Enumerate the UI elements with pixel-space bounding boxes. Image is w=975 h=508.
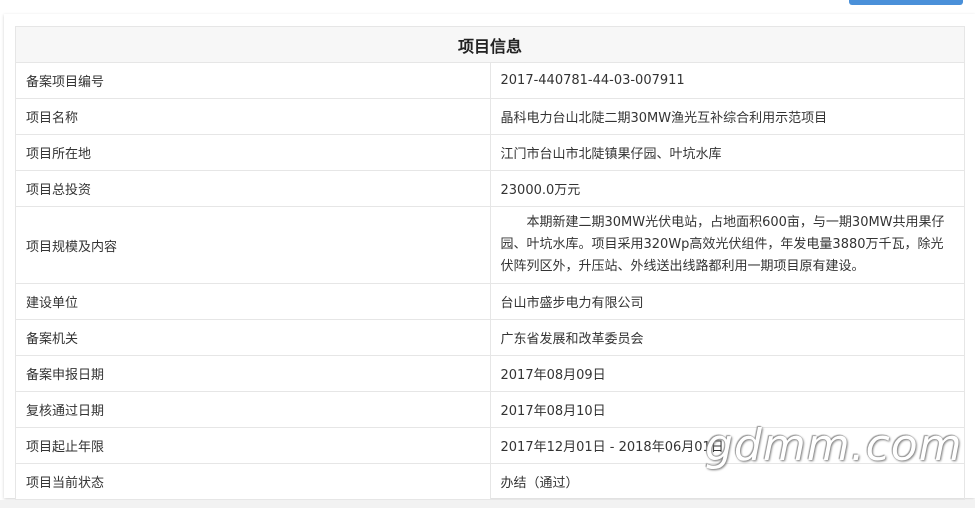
table-row: 备案申报日期 2017年08月09日 xyxy=(15,355,965,392)
row-label-total-investment: 项目总投资 xyxy=(15,170,491,207)
row-value-record-number: 2017-440781-44-03-007911 xyxy=(489,62,965,99)
top-action-button[interactable] xyxy=(849,0,963,5)
row-label-scope: 项目规模及内容 xyxy=(15,206,491,284)
scope-text: 本期新建二期30MW光伏电站，占地面积600亩，与一期30MW共用果仔园、叶坑水… xyxy=(500,215,945,274)
bottom-background xyxy=(0,500,975,508)
row-value-location: 江门市台山市北陡镇果仔园、叶坑水库 xyxy=(489,134,965,171)
table-row: 项目所在地 江门市台山市北陡镇果仔园、叶坑水库 xyxy=(15,134,965,171)
row-label-authority: 备案机关 xyxy=(15,319,491,356)
table-row: 备案机关 广东省发展和改革委员会 xyxy=(15,319,965,356)
table-header-row: 项目信息 xyxy=(15,26,965,63)
row-label-project-name: 项目名称 xyxy=(15,98,491,135)
row-label-builder: 建设单位 xyxy=(15,283,491,320)
table-row: 备案项目编号 2017-440781-44-03-007911 xyxy=(15,62,965,99)
table-row: 建设单位 台山市盛步电力有限公司 xyxy=(15,283,965,320)
row-value-builder: 台山市盛步电力有限公司 xyxy=(489,283,965,320)
row-value-total-investment: 23000.0万元 xyxy=(489,170,965,207)
watermark-logo: gdmm.com xyxy=(705,420,963,471)
row-value-authority: 广东省发展和改革委员会 xyxy=(489,319,965,356)
table-title: 项目信息 xyxy=(15,26,965,63)
table-row: 项目总投资 23000.0万元 xyxy=(15,170,965,207)
table-row: 项目名称 晶科电力台山北陡二期30MW渔光互补综合利用示范项目 xyxy=(15,98,965,135)
row-value-apply-date: 2017年08月09日 xyxy=(489,355,965,392)
row-value-project-name: 晶科电力台山北陡二期30MW渔光互补综合利用示范项目 xyxy=(489,98,965,135)
row-label-review-date: 复核通过日期 xyxy=(15,391,491,428)
row-label-apply-date: 备案申报日期 xyxy=(15,355,491,392)
row-value-scope: 本期新建二期30MW光伏电站，占地面积600亩，与一期30MW共用果仔园、叶坑水… xyxy=(489,206,965,284)
table-row: 项目规模及内容 本期新建二期30MW光伏电站，占地面积600亩，与一期30MW共… xyxy=(15,206,965,284)
row-label-record-number: 备案项目编号 xyxy=(15,62,491,99)
row-label-period: 项目起止年限 xyxy=(15,427,491,464)
row-label-status: 项目当前状态 xyxy=(15,463,491,500)
row-label-location: 项目所在地 xyxy=(15,134,491,171)
